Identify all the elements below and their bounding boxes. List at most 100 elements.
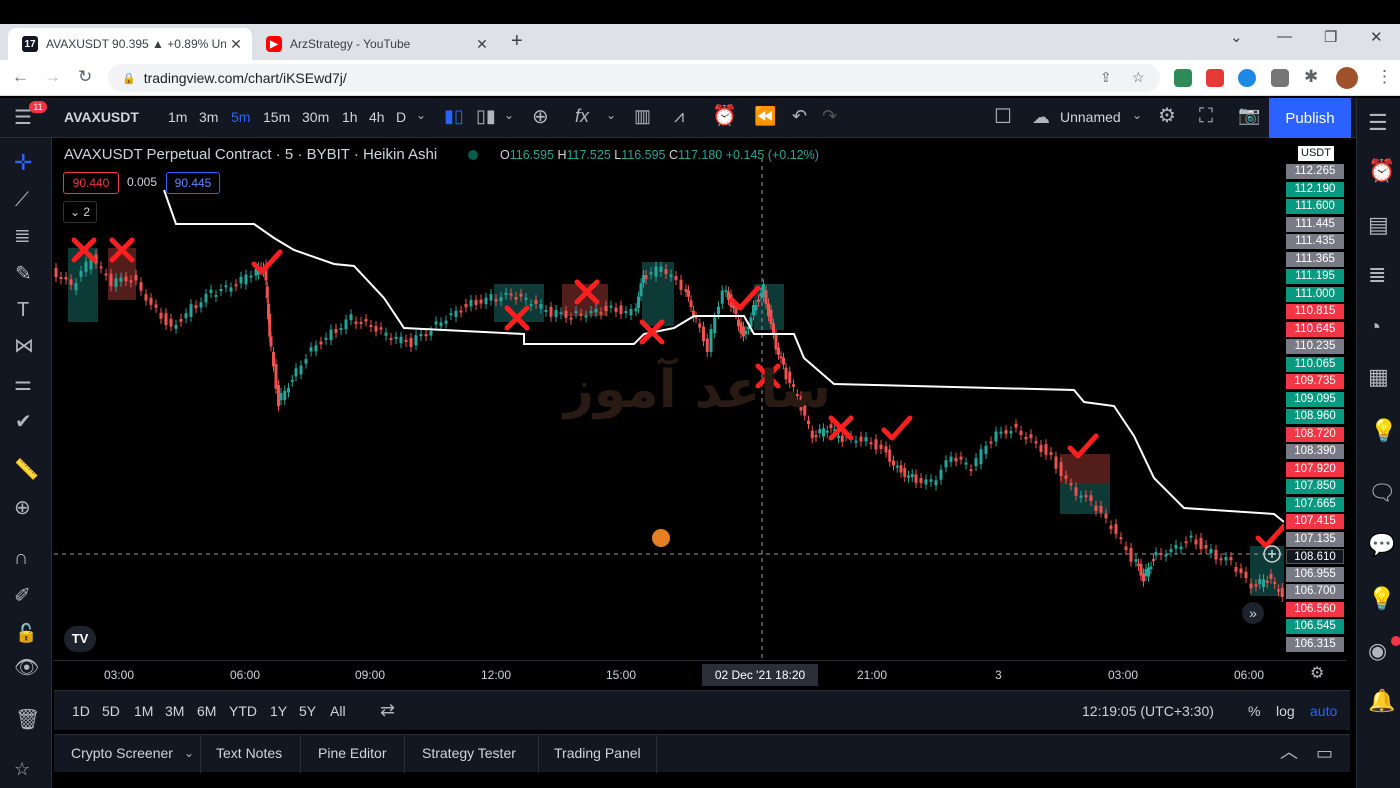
magnet-icon[interactable]: ∩	[14, 548, 28, 568]
redo-icon[interactable]: ↷	[822, 107, 837, 125]
fullscreen-icon[interactable]: ⛶	[1199, 106, 1213, 126]
settings-gear-icon[interactable]: ⚙	[1310, 666, 1324, 682]
interval-1m[interactable]: 1m	[168, 109, 187, 125]
star-icon[interactable]: ☆	[14, 760, 30, 778]
back-icon[interactable]: ←	[12, 67, 29, 87]
strategy-icon[interactable]: ⩘	[674, 107, 684, 125]
new-tab-icon[interactable]: +	[511, 30, 523, 53]
maximize-panel-icon[interactable]: ▭	[1316, 744, 1333, 762]
interval-D[interactable]: D	[396, 109, 406, 125]
interval-4h[interactable]: 4h	[369, 109, 385, 125]
hotlist-icon[interactable]: ≣	[1368, 264, 1386, 286]
log-toggle[interactable]: log	[1276, 703, 1295, 719]
range-1d[interactable]: 1D	[72, 703, 90, 719]
camera-icon[interactable]: 📷	[1238, 106, 1260, 124]
streams-icon[interactable]: ◉	[1368, 640, 1387, 662]
calendar-icon[interactable]: ▦	[1368, 366, 1389, 388]
tab-crypto-screener[interactable]: Crypto Screener	[71, 745, 173, 761]
clock-timezone[interactable]: 12:19:05 (UTC+3:30)	[1082, 703, 1214, 719]
brush-icon[interactable]: ✎	[15, 264, 32, 284]
chevron-down-icon[interactable]: ⌄	[504, 109, 514, 121]
range-all[interactable]: All	[330, 703, 346, 719]
percent-toggle[interactable]: %	[1248, 703, 1260, 719]
fib-icon[interactable]: ≣	[14, 226, 31, 246]
interval-3m[interactable]: 3m	[199, 109, 218, 125]
pattern-icon[interactable]: ⋈	[14, 336, 34, 356]
puzzle-icon[interactable]: ✱	[1304, 67, 1318, 87]
auto-toggle[interactable]: auto	[1310, 703, 1337, 719]
bell-icon[interactable]: 🔔	[1368, 690, 1395, 712]
ruler-icon[interactable]: 📏	[14, 460, 39, 480]
close-icon[interactable]: ✕	[472, 36, 492, 53]
tab-trading-panel[interactable]: Trading Panel	[554, 745, 641, 761]
chevron-down-icon[interactable]: ⌄	[416, 109, 426, 121]
range-3m[interactable]: 3M	[165, 703, 184, 719]
star-icon[interactable]: ☆	[1132, 69, 1145, 86]
range-5y[interactable]: 5Y	[299, 703, 316, 719]
lock-drawings-icon[interactable]: ✐	[14, 586, 31, 606]
indicators-collapse-button[interactable]: ⌄ 2	[63, 201, 97, 223]
chevron-down-icon[interactable]: ⌄	[1132, 109, 1142, 121]
tradingview-logo-icon[interactable]: TV	[64, 626, 96, 652]
interval-30m[interactable]: 30m	[302, 109, 329, 125]
chat-icon[interactable]: 🗨	[1368, 482, 1396, 504]
tab-pine-editor[interactable]: Pine Editor	[318, 745, 386, 761]
symbol-search[interactable]: AVAXUSDT	[64, 109, 139, 125]
candles-icon[interactable]: ▮▯	[444, 107, 464, 125]
check-icon[interactable]: ✔	[15, 412, 32, 432]
range-ytd[interactable]: YTD	[229, 703, 257, 719]
data-window-icon[interactable]: ◔	[1368, 316, 1381, 338]
goto-date-icon[interactable]: ⇄	[380, 701, 395, 719]
scroll-to-realtime-icon[interactable]: »	[1242, 602, 1264, 624]
restore-icon[interactable]: ❐	[1324, 28, 1337, 46]
indicators-fx-icon[interactable]: fx	[575, 107, 589, 125]
trendline-icon[interactable]: ⟋	[15, 190, 29, 210]
chart-pane[interactable]: AVAXUSDT Perpetual Contract · 5 · BYBIT …	[54, 138, 1284, 660]
avatar[interactable]	[1336, 67, 1358, 89]
currency-label[interactable]: USDT	[1298, 146, 1334, 161]
close-icon[interactable]: ✕	[226, 36, 246, 53]
symbol-legend[interactable]: AVAXUSDT Perpetual Contract · 5 · BYBIT …	[64, 146, 437, 163]
sell-price-button[interactable]: 90.440	[63, 172, 119, 194]
replay-icon[interactable]: ⏪	[754, 107, 776, 125]
window-close-icon[interactable]: ✕	[1370, 28, 1383, 46]
extension-icon[interactable]	[1206, 69, 1224, 87]
chevron-down-icon[interactable]: ⌄	[184, 747, 194, 759]
alarm-icon[interactable]: ⏰	[1368, 160, 1395, 182]
browser-tab-youtube[interactable]: ▶ ArzStrategy - YouTube ✕	[252, 28, 498, 60]
range-1y[interactable]: 1Y	[270, 703, 287, 719]
tab-text-notes[interactable]: Text Notes	[216, 745, 282, 761]
reload-icon[interactable]: ↻	[78, 67, 92, 87]
range-6m[interactable]: 6M	[197, 703, 216, 719]
hamburger-menu-icon[interactable]: ☰	[14, 108, 32, 128]
heikin-ashi-icon[interactable]: ▯▮	[476, 107, 496, 125]
url-field[interactable]: 🔒 tradingview.com/chart/iKSEwd7j/ ⇪ ☆	[108, 64, 1160, 92]
layout-name[interactable]: Unnamed	[1060, 109, 1121, 125]
undo-icon[interactable]: ↶	[792, 107, 807, 125]
alert-clock-icon[interactable]: ⏰	[712, 106, 737, 126]
interval-5m[interactable]: 5m	[231, 109, 250, 125]
crosshair-icon[interactable]: ✛	[14, 152, 32, 174]
templates-icon[interactable]: ▥	[634, 107, 651, 125]
ideas-icon[interactable]: 💡	[1368, 588, 1395, 610]
text-icon[interactable]: T	[17, 300, 29, 320]
minimize-icon[interactable]: —	[1277, 28, 1292, 45]
trash-icon[interactable]: 🗑	[15, 710, 40, 730]
interval-15m[interactable]: 15m	[263, 109, 290, 125]
chevron-up-icon[interactable]: ︿	[1280, 743, 1298, 761]
layout-square-icon[interactable]: ☐	[994, 107, 1012, 127]
publish-button[interactable]: Publish	[1269, 98, 1351, 138]
lock-icon[interactable]: 🔓	[15, 624, 37, 642]
extension-icon[interactable]	[1271, 69, 1289, 87]
interval-1h[interactable]: 1h	[342, 109, 358, 125]
prediction-icon[interactable]: ⚌	[14, 374, 32, 394]
extension-icon[interactable]	[1174, 69, 1192, 87]
share-icon[interactable]: ⇪	[1100, 69, 1112, 86]
range-5d[interactable]: 5D	[102, 703, 120, 719]
settings-gear-icon[interactable]: ⚙	[1158, 106, 1176, 126]
eye-icon[interactable]: 👁	[14, 658, 39, 678]
chats-icon[interactable]: 💬	[1368, 534, 1395, 556]
price-axis[interactable]: USDT 112.265 112.190 111.600 111.445 111.435 1…	[1284, 138, 1346, 660]
ideas-bulb-icon[interactable]: 💡	[1370, 420, 1397, 442]
tab-search-icon[interactable]: ⌄	[1230, 28, 1243, 46]
